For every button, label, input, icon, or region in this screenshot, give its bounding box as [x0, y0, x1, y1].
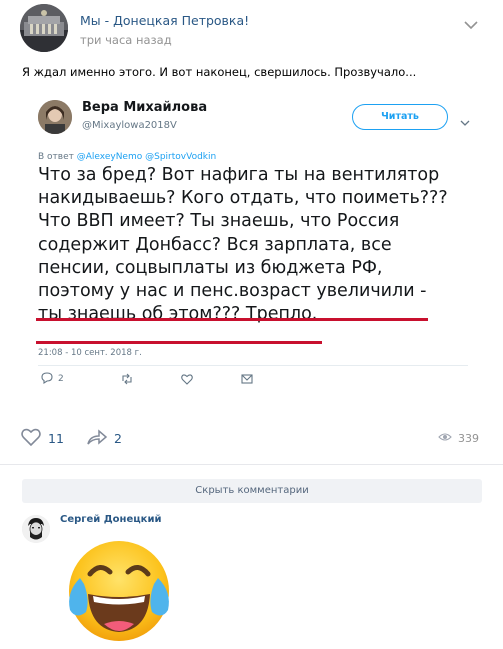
views-count: 339: [458, 431, 479, 445]
share-count: 2: [114, 430, 122, 446]
red-underline-mark: [36, 329, 322, 344]
share-button[interactable]: 2: [86, 426, 122, 450]
heart-outline-icon: [180, 371, 194, 387]
tweet-author-name: Вера Михайлова: [82, 100, 208, 115]
tweet-screenshot: Вера Михайлова @Mixaylowa2018V Читать В …: [22, 86, 482, 406]
tweet-divider: [38, 365, 468, 366]
tweet-text-line: пенсии, соцвыплаты из бюджета РФ,: [38, 257, 383, 278]
tweet-date: 21:08 - 10 сент. 2018 г.: [38, 348, 142, 358]
reply-prefix: В ответ: [38, 152, 74, 162]
post-header: Мы - Донецкая Петровка! три часа назад: [0, 0, 503, 64]
group-name-link[interactable]: Мы - Донецкая Петровка!: [80, 13, 249, 28]
tweet-actions: 2: [38, 369, 468, 389]
reply-mention: @AlexeyNemo: [76, 152, 143, 162]
like-count: 11: [48, 430, 64, 446]
speech-bubble-icon: [40, 371, 54, 388]
commenter-name[interactable]: Сергей Донецкий: [60, 514, 161, 525]
like-button[interactable]: 11: [20, 426, 64, 450]
tweet-chevron-icon: [460, 112, 470, 126]
tweet-reply-context: В ответ @AlexeyNemo @SpirtovVodkin: [38, 152, 216, 162]
hide-comments-button[interactable]: Скрыть комментарии: [22, 479, 482, 503]
divider: [0, 464, 503, 465]
tweet-text-line: поэтому у нас и пенс.возраст увеличили -: [38, 281, 427, 302]
tweet-text-line: Что за бред? Вот нафига ты на вентилятор: [38, 165, 440, 185]
post-footer: 11 2 339: [0, 426, 503, 450]
tweet-reply-action: 2: [40, 371, 64, 387]
eye-icon: [438, 432, 452, 445]
views-counter: 339: [438, 426, 479, 450]
retweet-icon: [120, 371, 134, 387]
tweet-avatar: [38, 100, 72, 134]
tweet-text: Что за бред? Вот нафига ты на вентилятор…: [38, 164, 478, 326]
reply-mention: @SpirtovVodkin: [145, 152, 217, 162]
commenter-avatar[interactable]: [22, 515, 50, 543]
tweet-text-line: накидываешь? Кого отдать, что поиметь???: [38, 188, 448, 209]
envelope-icon: [240, 371, 254, 387]
tweet-reply-count: 2: [58, 374, 64, 384]
red-underline-mark: [36, 306, 428, 321]
follow-button: Читать: [352, 104, 448, 130]
tears-of-joy-emoji-icon: [60, 534, 178, 646]
heart-outline-icon: [20, 427, 42, 450]
tweet-text-line: Что ВВП имеет? Ты знаешь, что Россия: [38, 211, 400, 232]
share-arrow-icon: [86, 428, 108, 449]
chevron-down-icon[interactable]: [463, 16, 479, 30]
post-time[interactable]: три часа назад: [80, 33, 172, 47]
group-avatar[interactable]: [20, 4, 68, 52]
post-text: Я ждал именно этого. И вот наконец, свер…: [22, 65, 417, 79]
tweet-text-line: содержит Донбасс? Вся зарплата, все: [38, 234, 392, 255]
tweet-author-handle: @Mixaylowa2018V: [82, 120, 177, 131]
